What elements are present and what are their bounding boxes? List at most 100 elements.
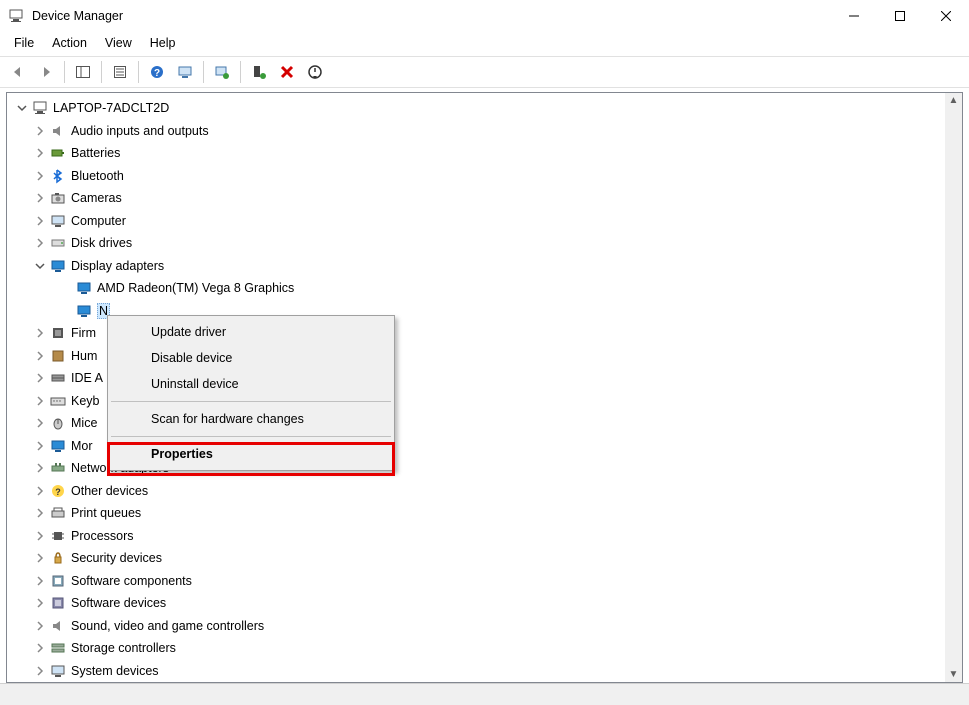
tree-item-label: Mor [71,439,93,453]
expand-icon[interactable] [33,371,47,385]
svg-text:?: ? [154,68,160,79]
menu-action[interactable]: Action [44,34,95,52]
tree-category-row[interactable]: Storage controllers [11,637,945,660]
scroll-down-icon[interactable]: ▼ [949,667,959,682]
tree-item-label: Display adapters [71,259,164,273]
window-controls [831,0,969,32]
ctx-disable-device[interactable]: Disable device [111,345,391,371]
maximize-button[interactable] [877,0,923,32]
tree-item-label: IDE A [71,371,103,385]
expand-icon[interactable] [33,394,47,408]
tree-category-row[interactable]: Sound, video and game controllers [11,615,945,638]
expand-icon[interactable] [33,169,47,183]
ctx-properties[interactable]: Properties [111,441,391,467]
tree-category-row[interactable]: Audio inputs and outputs [11,120,945,143]
tree-category-row[interactable]: Display adapters [11,255,945,278]
tree-category-row[interactable]: Batteries [11,142,945,165]
expand-icon[interactable] [33,551,47,565]
toolbar-disable-button[interactable] [303,60,327,84]
expand-icon[interactable] [33,641,47,655]
expand-icon[interactable] [33,596,47,610]
ctx-update-driver[interactable]: Update driver [111,319,391,345]
tree-category-row[interactable]: ?Other devices [11,480,945,503]
expand-icon[interactable] [33,484,47,498]
window-title: Device Manager [32,9,123,23]
tree-category-row[interactable]: System devices [11,660,945,683]
category-icon [49,122,67,140]
ctx-separator [111,436,391,437]
tree-category-row[interactable]: Computer [11,210,945,233]
vertical-scrollbar[interactable]: ▲ ▼ [945,93,962,682]
computer-icon [31,99,49,117]
toolbar-separator [240,61,241,83]
tree-item-label: Keyb [71,394,100,408]
category-icon [49,167,67,185]
menu-file[interactable]: File [6,34,42,52]
toolbar-properties-button[interactable] [108,60,132,84]
menubar: File Action View Help [0,32,969,56]
expand-icon[interactable] [33,349,47,363]
tree-category-row[interactable]: Bluetooth [11,165,945,188]
ctx-scan-hardware[interactable]: Scan for hardware changes [111,406,391,432]
tree-category-row[interactable]: Print queues [11,502,945,525]
tree-item-label: Software components [71,574,192,588]
toolbar-show-hide-button[interactable] [71,60,95,84]
expand-icon[interactable] [33,146,47,160]
expand-icon[interactable] [33,574,47,588]
toolbar-separator [203,61,204,83]
expand-icon[interactable] [33,506,47,520]
menu-help[interactable]: Help [142,34,184,52]
ctx-uninstall-device[interactable]: Uninstall device [111,371,391,397]
expand-icon[interactable] [33,236,47,250]
tree-category-row[interactable]: Processors [11,525,945,548]
category-icon [49,392,67,410]
toolbar-enable-button[interactable] [247,60,271,84]
tree-item-label: Batteries [71,146,120,160]
expand-icon[interactable] [33,461,47,475]
tree-item-label: System devices [71,664,159,678]
expand-icon[interactable] [33,124,47,138]
close-button[interactable] [923,0,969,32]
expand-icon[interactable] [33,214,47,228]
tree-root-row[interactable]: LAPTOP-7ADCLT2D [11,97,945,120]
app-icon [8,8,24,24]
tree-category-row[interactable]: Disk drives [11,232,945,255]
toolbar-back-button[interactable] [6,60,30,84]
expand-icon[interactable] [33,416,47,430]
toolbar-forward-button[interactable] [34,60,58,84]
expand-icon[interactable] [33,326,47,340]
tree-device-row[interactable]: AMD Radeon(TM) Vega 8 Graphics [11,277,945,300]
minimize-button[interactable] [831,0,877,32]
tree-category-row[interactable]: Security devices [11,547,945,570]
toolbar-update-driver-button[interactable] [210,60,234,84]
tree-category-row[interactable]: Software devices [11,592,945,615]
category-icon [49,369,67,387]
category-icon [49,144,67,162]
toolbar-help-button[interactable]: ? [145,60,169,84]
collapse-icon[interactable] [33,259,47,273]
toolbar-scan-button[interactable] [173,60,197,84]
scroll-up-icon[interactable]: ▲ [949,93,959,108]
menu-view[interactable]: View [97,34,140,52]
tree-item-label: Processors [71,529,134,543]
tree-item-label: Firm [71,326,96,340]
tree-item-label: AMD Radeon(TM) Vega 8 Graphics [97,281,294,295]
expand-icon[interactable] [33,439,47,453]
expand-icon[interactable] [33,191,47,205]
toolbar: ? [0,56,969,88]
expand-icon[interactable] [33,619,47,633]
tree-item-label: Sound, video and game controllers [71,619,264,633]
category-icon [49,572,67,590]
display-adapter-icon [75,279,93,297]
category-icon [49,212,67,230]
expand-icon[interactable] [33,664,47,678]
tree-item-label: Bluetooth [71,169,124,183]
statusbar [0,683,969,705]
collapse-icon[interactable] [15,101,29,115]
expand-icon[interactable] [33,529,47,543]
category-icon [49,504,67,522]
tree-category-row[interactable]: Cameras [11,187,945,210]
toolbar-uninstall-button[interactable] [275,60,299,84]
tree-category-row[interactable]: Software components [11,570,945,593]
tree-item-label: Audio inputs and outputs [71,124,209,138]
